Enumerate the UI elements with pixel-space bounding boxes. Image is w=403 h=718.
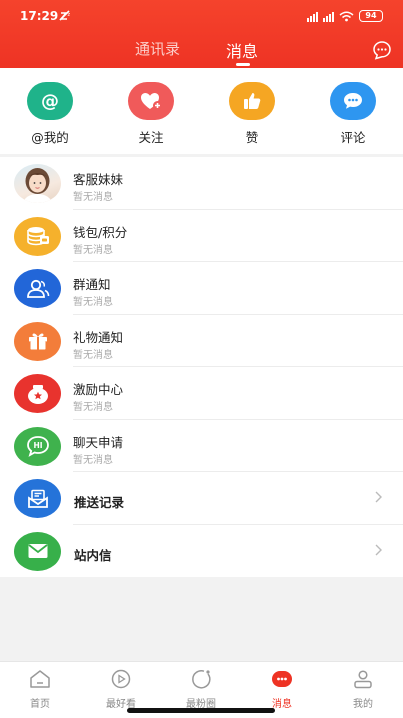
item-subtitle: 暂无消息	[73, 192, 113, 203]
status-time: 17:29	[20, 9, 59, 23]
list-item-group-notice[interactable]: 群通知 暂无消息	[0, 262, 403, 315]
more-chat-icon[interactable]	[372, 40, 392, 60]
chevron-right-icon	[375, 491, 382, 503]
quick-action-follow[interactable]: 关注	[121, 82, 181, 146]
wifi-icon	[339, 11, 354, 21]
battery-indicator: 94	[359, 10, 383, 22]
chat-hi-icon: HI	[14, 426, 61, 466]
at-icon: @	[27, 82, 73, 120]
status-bar: 17:29 z 94	[0, 0, 403, 34]
item-title: 客服妹妹	[73, 172, 124, 187]
nav-profile[interactable]: 我的	[333, 668, 393, 710]
mail-icon	[14, 531, 61, 571]
quick-action-comments[interactable]: 评论	[323, 82, 383, 146]
list-item-site-mail[interactable]: 站内信	[0, 525, 403, 578]
list-item-customer-service[interactable]: 客服妹妹 暂无消息	[0, 157, 403, 210]
comment-icon	[330, 82, 376, 120]
svg-text:z: z	[68, 12, 71, 18]
reward-icon	[14, 374, 61, 413]
do-not-disturb-icon: z	[59, 10, 71, 21]
message-icon	[272, 671, 292, 687]
item-subtitle: 暂无消息	[73, 297, 113, 308]
message-list: 客服妹妹 暂无消息 钱包/积分 暂无消息 群通知 暂无消息 礼物通知 暂无消息 …	[0, 157, 403, 577]
nav-home[interactable]: 首页	[10, 668, 70, 710]
nav-label: 我的	[353, 699, 373, 710]
wallet-coins-icon	[14, 216, 61, 256]
item-title: 群通知	[73, 277, 111, 292]
tab-bar: 通讯录 消息	[0, 38, 403, 68]
quick-action-at-me[interactable]: @ @我的	[20, 82, 80, 146]
play-circle-icon	[111, 669, 131, 689]
nav-best-looking[interactable]: 最好看	[91, 668, 151, 710]
item-subtitle: 暂无消息	[73, 349, 113, 361]
item-subtitle: 暂无消息	[73, 454, 113, 466]
nav-messages[interactable]: 消息	[252, 668, 312, 710]
nav-fan-circle[interactable]: 最粉圈	[171, 668, 231, 710]
home-icon	[30, 670, 50, 688]
item-title: 站内信	[74, 547, 112, 563]
customer-service-avatar	[14, 164, 61, 203]
list-item-chat-request[interactable]: HI 聊天申请 暂无消息	[0, 420, 403, 472]
svg-text:HI: HI	[33, 441, 42, 450]
push-record-icon	[14, 479, 61, 518]
nav-label: 首页	[30, 699, 50, 710]
quick-action-label: @我的	[31, 130, 69, 145]
quick-action-likes[interactable]: 赞	[222, 82, 282, 146]
list-item-gift-notice[interactable]: 礼物通知 暂无消息	[0, 315, 403, 367]
signal-icon	[307, 11, 318, 22]
quick-action-label: 关注	[138, 130, 164, 145]
tab-messages[interactable]: 消息	[226, 38, 258, 62]
list-item-wallet[interactable]: 钱包/积分 暂无消息	[0, 210, 403, 262]
chevron-right-icon	[375, 544, 382, 555]
tab-contacts[interactable]: 通讯录	[135, 38, 180, 59]
gift-icon	[14, 321, 61, 361]
list-item-push-record[interactable]: 推送记录	[0, 472, 403, 525]
status-right: 94	[307, 10, 383, 22]
item-subtitle: 暂无消息	[73, 244, 113, 256]
group-icon	[14, 269, 61, 308]
item-subtitle: 暂无消息	[73, 402, 113, 413]
screen: 17:29 z 94 通讯录 消息 @ @我的 关注 赞 评论 客服妹妹 暂无消…	[0, 0, 403, 718]
quick-action-label: 赞	[245, 130, 259, 145]
item-title: 聊天申请	[73, 434, 124, 450]
signal-icon-2	[323, 11, 334, 22]
list-item-reward-center[interactable]: 激励中心 暂无消息	[0, 367, 403, 420]
profile-icon	[354, 670, 372, 689]
header: 17:29 z 94 通讯录 消息	[0, 0, 403, 68]
quick-action-label: 评论	[340, 130, 366, 145]
item-title: 激励中心	[73, 382, 124, 397]
heart-plus-icon	[128, 82, 174, 120]
svg-text:@: @	[41, 91, 59, 112]
circle-icon	[192, 670, 211, 689]
thumbs-up-icon	[229, 82, 275, 120]
item-title: 礼物通知	[73, 329, 124, 345]
tab-underline	[236, 63, 250, 66]
item-title: 钱包/积分	[73, 224, 128, 240]
item-title: 推送记录	[74, 495, 125, 510]
home-indicator	[127, 708, 275, 713]
quick-actions: @ @我的 关注 赞 评论	[0, 68, 403, 154]
